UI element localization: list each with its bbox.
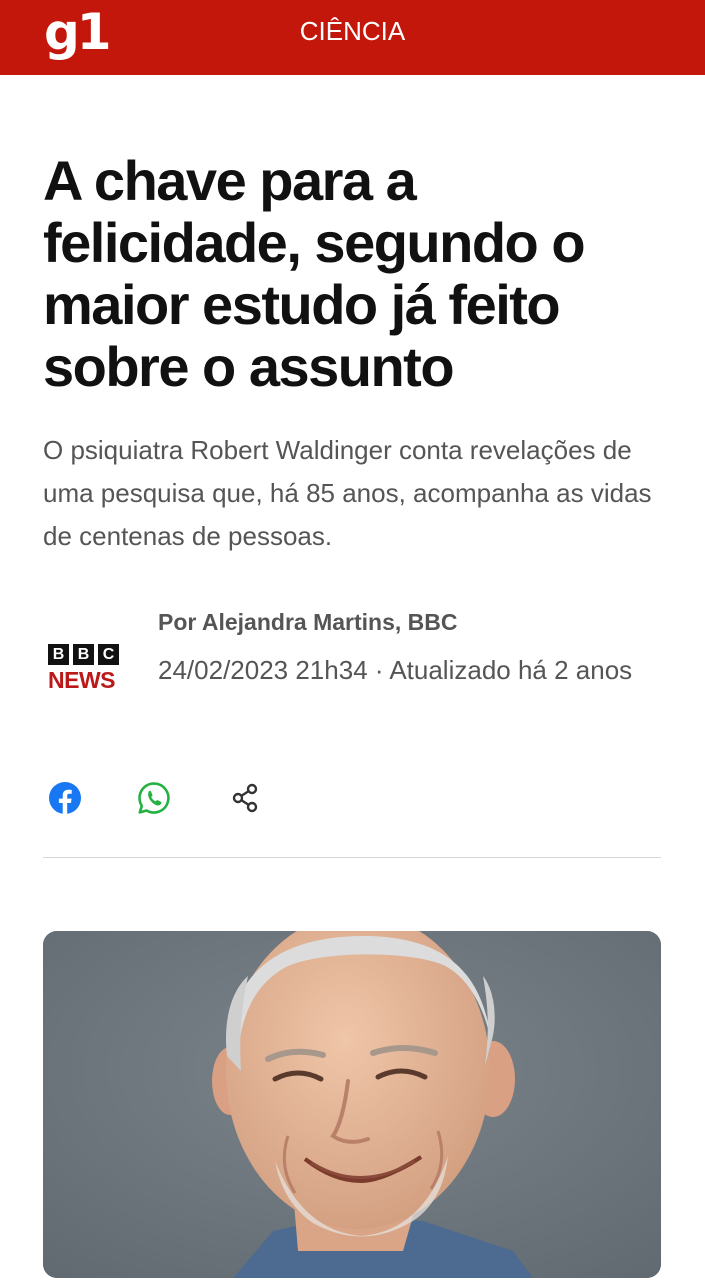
top-header: g1 CIÊNCIA	[0, 0, 705, 75]
whatsapp-icon	[138, 782, 170, 814]
article-photo[interactable]	[43, 931, 661, 1278]
article-date: 24/02/2023 21h34 · Atualizado há 2 anos	[158, 655, 633, 685]
bbc-logo-letter: B	[48, 644, 69, 665]
facebook-share-button[interactable]	[47, 780, 83, 816]
article-author: Por Alejandra Martins, BBC	[158, 609, 458, 635]
bbc-logo-word: NEWS	[48, 667, 116, 693]
share-icon	[232, 783, 258, 813]
divider	[43, 857, 661, 858]
article-subtitle: O psiquiatra Robert Waldinger conta reve…	[43, 435, 652, 551]
facebook-icon	[49, 782, 81, 814]
bbc-news-logo: B B C NEWS	[48, 644, 126, 694]
bbc-logo-letter: B	[73, 644, 94, 665]
bbc-logo-letter: C	[98, 644, 119, 665]
share-button[interactable]	[227, 780, 263, 816]
portrait-photo	[43, 931, 661, 1278]
whatsapp-share-button[interactable]	[136, 780, 172, 816]
article-title: A chave para a felicidade, segundo o mai…	[43, 149, 586, 398]
section-label[interactable]: CIÊNCIA	[0, 14, 705, 48]
